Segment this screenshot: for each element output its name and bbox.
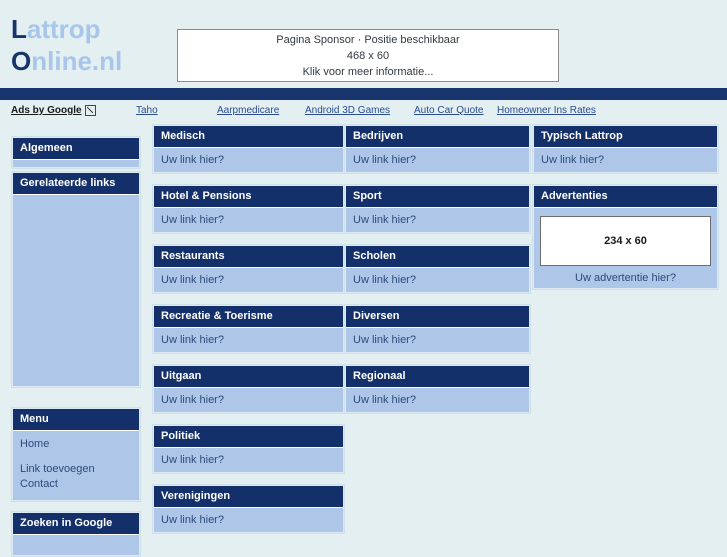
banner-line-1: Pagina Sponsor · Positie beschikbaar: [276, 33, 460, 46]
ad-link-1[interactable]: Aarpmedicare: [217, 105, 279, 116]
logo-line-1: Lattrop: [11, 14, 122, 44]
category-title-sport: Sport: [346, 186, 529, 208]
category-title-regionaal: Regionaal: [346, 366, 529, 388]
category-panel-uitgaan: Uitgaan Uw link hier?: [152, 364, 345, 414]
logo-cap-l: L: [11, 14, 27, 44]
sidebar-panel-menu: Menu Home Link toevoegen Contact: [11, 407, 141, 502]
category-panel-regionaal: Regionaal Uw link hier?: [344, 364, 531, 414]
sidebar-algemeen-body: [13, 160, 139, 167]
category-title-typisch-lattrop: Typisch Lattrop: [534, 126, 717, 148]
category-body-diversen: Uw link hier?: [346, 328, 529, 352]
advertenties-panel: Advertenties 234 x 60 Uw advertentie hie…: [532, 184, 719, 290]
logo-cap-o: O: [11, 46, 32, 76]
category-title-recreatie-toerisme: Recreatie & Toerisme: [154, 306, 343, 328]
ad-link-0[interactable]: Taho: [136, 105, 158, 116]
menu-item-link-toevoegen[interactable]: Link toevoegen: [20, 462, 132, 477]
category-panel-verenigingen: Verenigingen Uw link hier?: [152, 484, 345, 534]
category-body-typisch-lattrop: Uw link hier?: [534, 148, 717, 172]
menu-item-home[interactable]: Home: [20, 437, 132, 452]
category-link-diversen[interactable]: Uw link hier?: [353, 333, 522, 347]
category-panel-sport: Sport Uw link hier?: [344, 184, 531, 234]
sidebar-panel-algemeen: Algemeen: [11, 136, 141, 169]
sidebar-menu-body: Home Link toevoegen Contact: [13, 431, 139, 500]
category-panel-hotel-pensions: Hotel & Pensions Uw link hier?: [152, 184, 345, 234]
category-body-politiek: Uw link hier?: [154, 448, 343, 472]
page-header: Lattrop Online.nl Pagina Sponsor · Posit…: [0, 0, 727, 88]
category-body-restaurants: Uw link hier?: [154, 268, 343, 292]
category-panel-restaurants: Restaurants Uw link hier?: [152, 244, 345, 294]
category-link-verenigingen[interactable]: Uw link hier?: [161, 513, 336, 527]
category-body-hotel-pensions: Uw link hier?: [154, 208, 343, 232]
category-title-bedrijven: Bedrijven: [346, 126, 529, 148]
category-link-medisch[interactable]: Uw link hier?: [161, 153, 336, 167]
sidebar-panel-zoeken-google: Zoeken in Google: [11, 511, 141, 557]
category-link-sport[interactable]: Uw link hier?: [353, 213, 522, 227]
category-link-politiek[interactable]: Uw link hier?: [161, 453, 336, 467]
category-link-uitgaan[interactable]: Uw link hier?: [161, 393, 336, 407]
advertenties-title: Advertenties: [534, 186, 717, 208]
category-link-scholen[interactable]: Uw link hier?: [353, 273, 522, 287]
banner-line-2: 468 x 60: [346, 49, 390, 62]
menu-item-contact[interactable]: Contact: [20, 477, 132, 492]
category-body-sport: Uw link hier?: [346, 208, 529, 232]
site-logo[interactable]: Lattrop Online.nl: [11, 14, 122, 76]
category-link-hotel-pensions[interactable]: Uw link hier?: [161, 213, 336, 227]
category-body-regionaal: Uw link hier?: [346, 388, 529, 412]
menu-spacer: [20, 452, 132, 462]
category-link-restaurants[interactable]: Uw link hier?: [161, 273, 336, 287]
category-title-medisch: Medisch: [154, 126, 343, 148]
category-title-hotel-pensions: Hotel & Pensions: [154, 186, 343, 208]
category-title-uitgaan: Uitgaan: [154, 366, 343, 388]
category-panel-recreatie-toerisme: Recreatie & Toerisme Uw link hier?: [152, 304, 345, 354]
sidebar-algemeen-title: Algemeen: [13, 138, 139, 160]
ad-link-4[interactable]: Homeowner Ins Rates: [497, 105, 596, 116]
logo-rest-online: nline.nl: [31, 46, 123, 76]
category-title-restaurants: Restaurants: [154, 246, 343, 268]
category-body-scholen: Uw link hier?: [346, 268, 529, 292]
advertenties-body: 234 x 60 Uw advertentie hier?: [534, 208, 717, 288]
ad-link-3[interactable]: Auto Car Quote: [414, 105, 483, 116]
category-panel-politiek: Politiek Uw link hier?: [152, 424, 345, 474]
category-title-verenigingen: Verenigingen: [154, 486, 343, 508]
ad-link-2[interactable]: Android 3D Games: [305, 105, 390, 116]
sidebar-gerelateerde-title: Gerelateerde links: [13, 173, 139, 195]
category-body-uitgaan: Uw link hier?: [154, 388, 343, 412]
sidebar-gerelateerde-body: [13, 195, 139, 386]
sidebar-zoeken-title: Zoeken in Google: [13, 513, 139, 535]
sidebar-panel-gerelateerde-links: Gerelateerde links: [11, 171, 141, 388]
category-panel-diversen: Diversen Uw link hier?: [344, 304, 531, 354]
category-title-scholen: Scholen: [346, 246, 529, 268]
logo-line-2: Online.nl: [11, 46, 122, 76]
ads-by-google-text: Ads by Google: [11, 105, 82, 116]
navy-divider-bar: [0, 88, 727, 100]
category-body-bedrijven: Uw link hier?: [346, 148, 529, 172]
category-link-regionaal[interactable]: Uw link hier?: [353, 393, 522, 407]
advert-caption-link[interactable]: Uw advertentie hier?: [540, 266, 711, 288]
sidebar-zoeken-body: [13, 535, 139, 555]
category-panel-bedrijven: Bedrijven Uw link hier?: [344, 124, 531, 174]
advert-size-label: 234 x 60: [604, 235, 647, 247]
category-link-typisch-lattrop[interactable]: Uw link hier?: [541, 153, 710, 167]
category-body-verenigingen: Uw link hier?: [154, 508, 343, 532]
category-panel-typisch-lattrop: Typisch Lattrop Uw link hier?: [532, 124, 719, 174]
ads-by-google-label[interactable]: Ads by Google: [11, 105, 96, 116]
category-title-politiek: Politiek: [154, 426, 343, 448]
category-link-bedrijven[interactable]: Uw link hier?: [353, 153, 522, 167]
advert-placeholder-box[interactable]: 234 x 60: [540, 216, 711, 266]
external-link-icon: [84, 105, 96, 116]
category-link-recreatie-toerisme[interactable]: Uw link hier?: [161, 333, 336, 347]
category-body-medisch: Uw link hier?: [154, 148, 343, 172]
google-ads-strip: Ads by Google Taho Aarpmedicare Android …: [0, 100, 727, 123]
sponsor-banner[interactable]: Pagina Sponsor · Positie beschikbaar 468…: [177, 29, 559, 82]
banner-line-3: Klik voor meer informatie...: [302, 65, 434, 78]
category-panel-medisch: Medisch Uw link hier?: [152, 124, 345, 174]
category-body-recreatie-toerisme: Uw link hier?: [154, 328, 343, 352]
logo-rest-lattrop: attrop: [26, 14, 101, 44]
category-panel-scholen: Scholen Uw link hier?: [344, 244, 531, 294]
category-title-diversen: Diversen: [346, 306, 529, 328]
sidebar-menu-title: Menu: [13, 409, 139, 431]
